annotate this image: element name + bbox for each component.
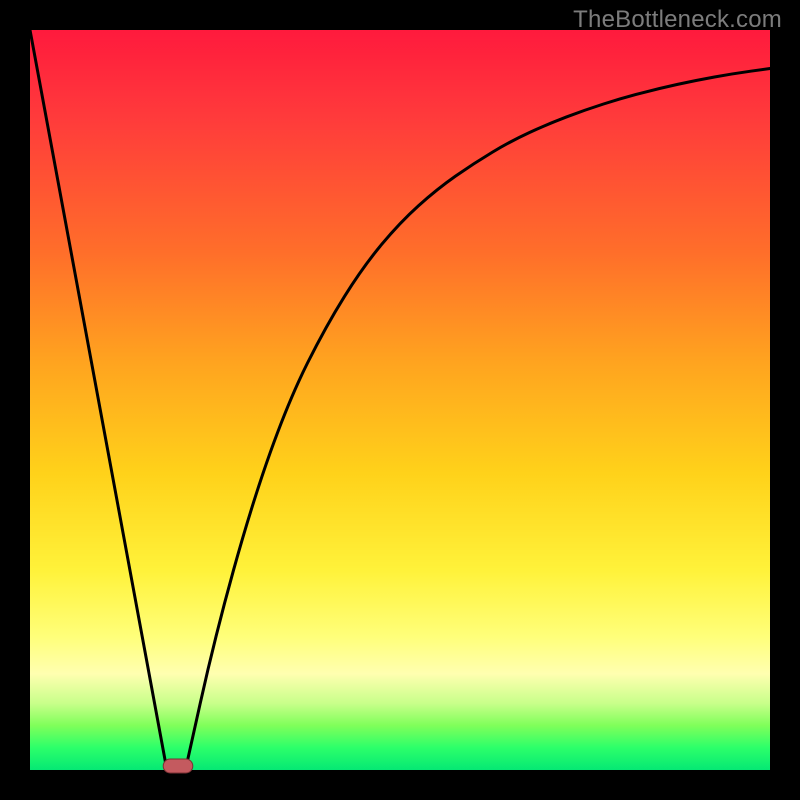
optimal-marker <box>163 759 193 773</box>
watermark-text: TheBottleneck.com <box>573 6 782 34</box>
curve-layer <box>0 0 800 800</box>
curve-left <box>30 30 167 770</box>
curve-right <box>185 68 770 770</box>
chart-frame: TheBottleneck.com <box>0 0 800 800</box>
